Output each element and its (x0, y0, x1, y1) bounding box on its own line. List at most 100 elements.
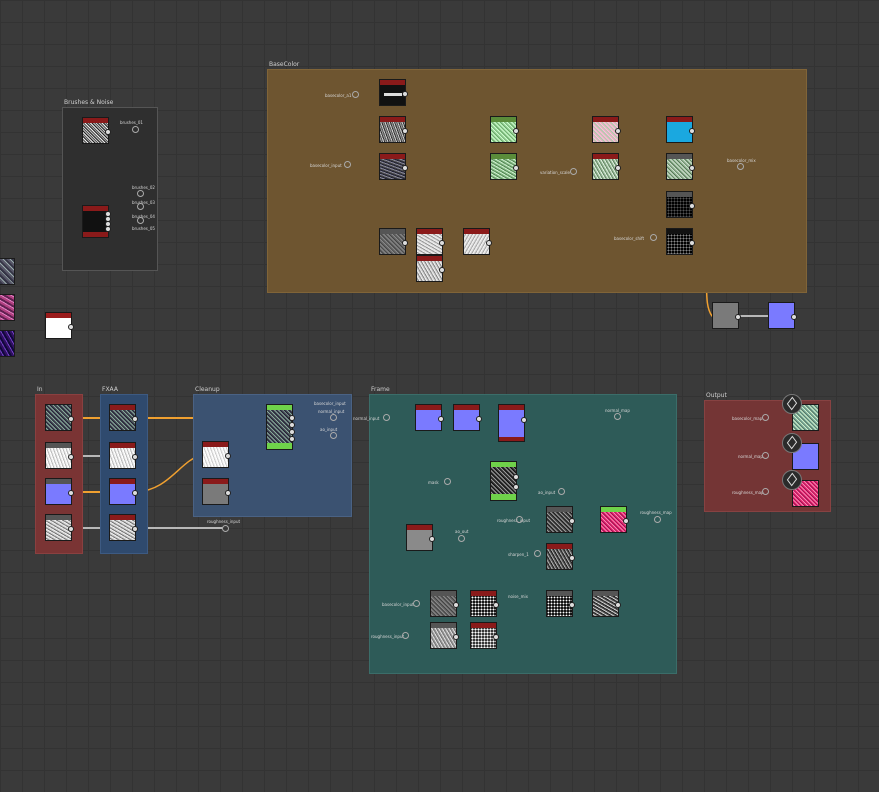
node-in-normal[interactable] (45, 478, 74, 505)
node-bc-blend[interactable] (379, 153, 408, 180)
input-label: normal_input (353, 416, 380, 421)
node-frame-noise-2[interactable] (546, 543, 575, 570)
node-fxaa-roughness[interactable] (109, 514, 138, 541)
node-bc-pink[interactable] (592, 116, 621, 143)
output-label: basecolor_input (314, 401, 346, 406)
node-gray-out[interactable] (712, 302, 741, 329)
output-port-icon[interactable] (137, 217, 144, 224)
input-port-icon[interactable] (444, 478, 451, 485)
node-bc-black-1[interactable] (666, 191, 695, 218)
3d-cube-icon[interactable] (782, 433, 802, 453)
input-port-icon[interactable] (402, 632, 409, 639)
node-white-color[interactable] (45, 312, 74, 339)
node-partial[interactable] (0, 258, 15, 285)
input-label: basecolor_shift (614, 236, 645, 241)
node-frame-noise-3[interactable] (430, 590, 459, 617)
node-bc-noise-3[interactable] (416, 255, 445, 282)
node-frame-normal-blend[interactable] (498, 404, 527, 442)
output-port-icon[interactable] (132, 126, 139, 133)
frame-title: Brushes & Noise (64, 99, 114, 106)
node-frame-pink[interactable] (600, 506, 629, 533)
node-fxaa-normal[interactable] (109, 478, 138, 505)
input-port-icon[interactable] (344, 161, 351, 168)
output-node-label: basecolor_map (732, 416, 763, 421)
input-label: noise_mix (508, 594, 529, 599)
node-bc-green-1[interactable] (490, 116, 519, 143)
node-bc-black-2[interactable] (666, 228, 695, 255)
3d-cube-icon[interactable] (782, 394, 802, 414)
output-port-icon[interactable] (330, 432, 337, 439)
node-brush-multi[interactable] (82, 205, 111, 238)
node-cleanup-multi[interactable] (266, 404, 295, 450)
input-label: sharpen_1 (508, 552, 529, 557)
node-fxaa-basecolor[interactable] (109, 404, 138, 431)
node-bc-green-3[interactable] (592, 153, 621, 180)
output-label: roughness_input (207, 519, 241, 524)
node-cleanup-mask[interactable] (202, 441, 231, 468)
node-bc-green-4[interactable] (666, 153, 695, 180)
input-label: mask (428, 480, 439, 485)
node-bc-grayscale[interactable] (379, 228, 408, 255)
input-label: ao_input (538, 490, 556, 495)
input-port-icon[interactable] (570, 168, 577, 175)
node-bc-noise-4[interactable] (463, 228, 492, 255)
input-port-icon[interactable] (650, 234, 657, 241)
node-frame-dots-3[interactable] (470, 622, 499, 649)
frame-title: Cleanup (195, 386, 220, 393)
input-label: basecolor_a1 (325, 93, 352, 98)
node-in-roughness[interactable] (45, 514, 74, 541)
input-port-icon[interactable] (413, 600, 420, 607)
output-port-icon[interactable] (330, 414, 337, 421)
node-bc-noise[interactable] (379, 116, 408, 143)
node-brush-noise[interactable] (82, 117, 111, 144)
node-in-basecolor[interactable] (45, 404, 74, 431)
input-label: basecolor_input (382, 602, 414, 607)
input-port-icon[interactable] (516, 516, 523, 523)
input-port-icon[interactable] (383, 414, 390, 421)
node-bc-green-2[interactable] (490, 153, 519, 180)
output-port-icon[interactable] (458, 535, 465, 542)
output-label: brushes_02 (132, 185, 155, 190)
node-uniform-blue[interactable] (768, 302, 797, 329)
input-port-icon[interactable] (558, 488, 565, 495)
node-frame-dots-1[interactable] (470, 590, 499, 617)
node-partial[interactable] (0, 330, 15, 357)
frame-basecolor[interactable]: BaseColor (267, 61, 807, 293)
input-port-icon[interactable] (762, 414, 769, 421)
node-bc-brush[interactable] (379, 79, 408, 106)
node-graph-canvas[interactable]: Brushes & Noise BaseColor In FXAA Cleanu… (0, 0, 879, 792)
node-frame-normal-2[interactable] (453, 404, 482, 431)
output-port-icon[interactable] (137, 190, 144, 197)
output-port-icon[interactable] (222, 525, 229, 532)
output-label: ao_out (455, 529, 469, 534)
node-frame-grunge[interactable] (490, 461, 519, 501)
node-frame-noise-5[interactable] (430, 622, 459, 649)
node-in-white[interactable] (45, 442, 74, 469)
input-port-icon[interactable] (534, 550, 541, 557)
output-port-icon[interactable] (737, 163, 744, 170)
node-frame-noise-1[interactable] (546, 506, 575, 533)
frame-title: FXAA (102, 386, 118, 393)
input-port-icon[interactable] (762, 488, 769, 495)
input-label: variation_scale (540, 170, 570, 175)
node-bc-cyan[interactable] (666, 116, 695, 143)
node-fxaa-white[interactable] (109, 442, 138, 469)
output-port-icon[interactable] (137, 203, 144, 210)
frame-title: In (37, 386, 43, 393)
node-partial[interactable] (0, 294, 15, 321)
output-port-icon[interactable] (614, 413, 621, 420)
node-frame-gray[interactable] (406, 524, 435, 551)
node-bc-noise-2[interactable] (416, 228, 445, 255)
node-frame-normal-1[interactable] (415, 404, 444, 431)
output-label: normal_input (318, 409, 345, 414)
output-port-icon[interactable] (654, 516, 661, 523)
frame-title: BaseColor (269, 61, 300, 68)
3d-cube-icon[interactable] (782, 470, 802, 490)
node-frame-dots-2[interactable] (546, 590, 575, 617)
input-label: basecolor_input (310, 163, 342, 168)
input-port-icon[interactable] (352, 91, 359, 98)
node-cleanup-gray[interactable] (202, 478, 231, 505)
input-port-icon[interactable] (762, 452, 769, 459)
output-label: brushes_01 (120, 120, 143, 125)
node-frame-noise-4[interactable] (592, 590, 621, 617)
